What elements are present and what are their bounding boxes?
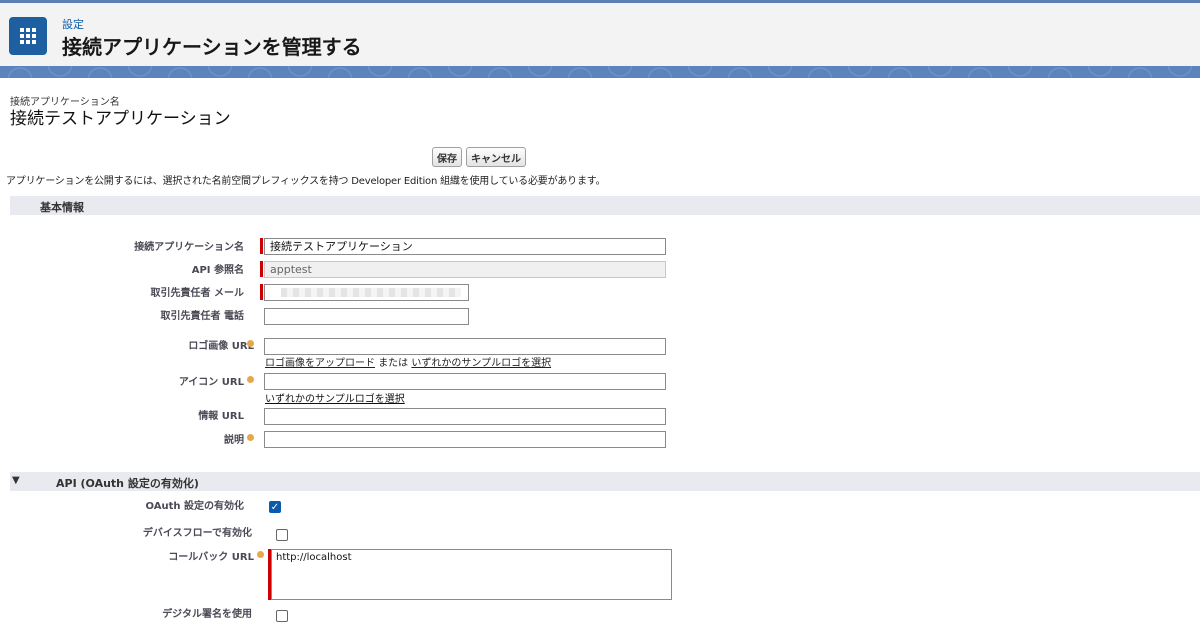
redacted-email <box>281 288 461 297</box>
decorative-band <box>0 66 1200 78</box>
help-icon[interactable] <box>247 340 254 347</box>
logo-url-label: ロゴ画像 URL <box>188 341 254 352</box>
contact-phone-input[interactable] <box>264 308 469 325</box>
app-name-input[interactable]: 接続テストアプリケーション <box>264 238 666 255</box>
device-flow-label: デバイスフローで有効化 <box>142 528 252 539</box>
digital-signature-label: デジタル署名を使用 <box>162 609 252 620</box>
cancel-button[interactable]: キャンセル <box>466 147 526 167</box>
required-indicator <box>260 261 263 277</box>
publish-notice: アプリケーションを公開するには、選択された名前空間プレフィックスを持つ Deve… <box>6 176 606 187</box>
api-name-label: API 参照名 <box>191 265 244 276</box>
or-text: または <box>378 358 409 369</box>
basic-info-title: 基本情報 <box>40 201 84 214</box>
breadcrumb[interactable]: 設定 <box>62 16 84 32</box>
logo-url-input[interactable] <box>264 338 666 355</box>
callback-url-label: コールバック URL <box>168 552 254 563</box>
description-input[interactable] <box>264 431 666 448</box>
grid-icon <box>20 28 36 44</box>
save-button[interactable]: 保存 <box>432 147 462 167</box>
logo-upload-link[interactable]: ロゴ画像をアップロード <box>265 358 375 369</box>
oauth-enable-checkbox[interactable]: ✓ <box>269 501 281 513</box>
api-name-input[interactable]: apptest <box>264 261 666 278</box>
icon-sample-link[interactable]: いずれかのサンプルロゴを選択 <box>265 390 405 405</box>
app-launcher-icon[interactable] <box>9 17 47 55</box>
oauth-enable-label: OAuth 設定の有効化 <box>145 501 244 512</box>
logo-links: ロゴ画像をアップロード または いずれかのサンプルロゴを選択 <box>265 354 551 369</box>
icon-url-label: アイコン URL <box>178 377 244 388</box>
api-section-header[interactable]: ▼ API (OAuth 設定の有効化) <box>10 472 1200 491</box>
digital-signature-checkbox[interactable] <box>276 610 288 622</box>
api-section-title: API (OAuth 設定の有効化) <box>56 477 199 490</box>
contact-email-input[interactable] <box>264 284 469 301</box>
logo-sample-link[interactable]: いずれかのサンプルロゴを選択 <box>411 358 551 369</box>
device-flow-checkbox[interactable] <box>276 529 288 541</box>
callback-url-textarea[interactable]: http://localhost <box>271 549 672 600</box>
app-name-heading: 接続テストアプリケーション <box>10 109 231 129</box>
help-icon[interactable] <box>247 434 254 441</box>
contact-phone-label: 取引先責任者 電話 <box>160 311 244 322</box>
required-indicator <box>260 238 263 254</box>
basic-info-header: 基本情報 <box>10 196 1200 215</box>
help-icon[interactable] <box>257 551 264 558</box>
info-url-label: 情報 URL <box>198 411 244 422</box>
icon-url-input[interactable] <box>264 373 666 390</box>
contact-email-label: 取引先責任者 メール <box>150 288 244 299</box>
help-icon[interactable] <box>247 376 254 383</box>
page-title: 接続アプリケーションを管理する <box>62 35 362 59</box>
page-header: 設定 接続アプリケーションを管理する <box>0 0 1200 66</box>
info-url-input[interactable] <box>264 408 666 425</box>
description-label: 説明 <box>224 435 244 446</box>
required-indicator <box>260 284 263 300</box>
app-name-label: 接続アプリケーション名 <box>134 242 244 253</box>
button-row: 保存 キャンセル <box>432 147 526 167</box>
collapse-triangle-icon[interactable]: ▼ <box>12 475 20 486</box>
